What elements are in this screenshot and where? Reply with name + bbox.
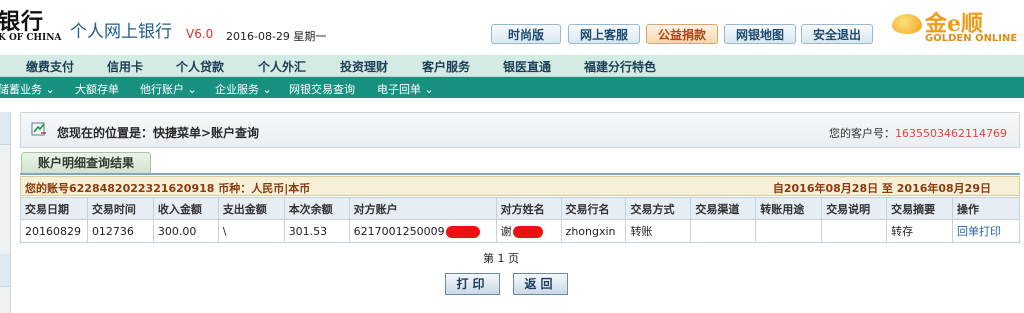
site-title: 个人网上银行 xyxy=(70,22,172,42)
nav-item-customer-service[interactable]: 客户服务 xyxy=(422,58,470,75)
column-header: 交易方式 xyxy=(625,197,692,220)
customer-number: 您的客户号：1635503462114769 xyxy=(829,125,1007,141)
date-range-info: 自2016年08月28日 至 2016年08月29日 xyxy=(772,182,991,195)
nav-item-credit-card[interactable]: 信用卡 xyxy=(107,58,143,75)
customer-number-label: 您的客户号： xyxy=(829,127,896,140)
column-header: 转账用途 xyxy=(755,197,823,220)
primary-nav: 缴费支付 信用卡 个人贷款 个人外汇 投资理财 客户服务 银医直通 福建分行特色 xyxy=(0,55,1024,77)
bank-logo: 银行 K OF CHINA xyxy=(0,4,64,48)
cell-channel xyxy=(690,219,757,243)
tab-underline xyxy=(20,173,1020,175)
cell-purpose xyxy=(755,219,823,243)
golden-subtitle: GOLDEN ONLINE xyxy=(925,33,1018,44)
cell-description xyxy=(821,219,888,243)
fashion-version-button[interactable]: 时尚版 xyxy=(491,24,561,44)
nav-item-other-bank[interactable]: 他行账户 ⌄ xyxy=(140,81,197,97)
column-header: 支出金额 xyxy=(217,197,285,220)
column-header: 交易渠道 xyxy=(690,197,757,220)
cell-counterparty-name: 谢 xyxy=(495,219,562,243)
location-bar: 您现在的位置是：快捷菜单>账户查询 您的客户号：1635503462114769 xyxy=(20,112,1020,148)
nav-item-transaction-query[interactable]: 网银交易查询 xyxy=(289,81,355,97)
counterparty-account-text: 6217001250009 xyxy=(353,224,445,238)
nav-item-forex[interactable]: 个人外汇 xyxy=(258,58,306,75)
column-header: 交易行名 xyxy=(560,197,627,220)
column-header: 交易说明 xyxy=(821,197,888,220)
column-header: 收入金额 xyxy=(152,197,219,220)
redaction-mark xyxy=(512,226,543,238)
sidebar-handle[interactable] xyxy=(0,254,10,287)
nav-item-savings[interactable]: 储蓄业务 ⌄ xyxy=(0,81,55,97)
left-sidebar-strip[interactable] xyxy=(0,112,11,313)
sidebar-handle[interactable] xyxy=(0,112,10,145)
date-label: 2016-08-29 星期一 xyxy=(226,30,327,43)
cell-summary: 转存 xyxy=(886,219,954,243)
cell-income: 300.00 xyxy=(152,219,219,243)
customer-number-value: 1635503462114769 xyxy=(895,127,1007,140)
location-icon xyxy=(31,122,46,136)
cell-action: 回单打印 xyxy=(952,219,1020,243)
breadcrumb: 您现在的位置是：快捷菜单>账户查询 xyxy=(57,126,260,140)
column-header: 交易时间 xyxy=(86,197,154,220)
column-header: 交易摘要 xyxy=(886,197,954,220)
print-button[interactable]: 打印 xyxy=(445,273,500,295)
cell-date: 20160829 xyxy=(20,219,88,243)
counterparty-name-text: 谢 xyxy=(500,225,512,238)
cell-expense: \ xyxy=(217,219,285,243)
table-row: 20160829 012736 300.00 \ 301.53 62170012… xyxy=(20,219,1020,243)
nav-item-enterprise[interactable]: 企业服务 ⌄ xyxy=(215,81,272,97)
page-indicator: 第 1 页 xyxy=(483,252,519,265)
bank-name-en: K OF CHINA xyxy=(0,33,62,43)
column-header: 交易日期 xyxy=(20,197,88,220)
print-receipt-link[interactable]: 回单打印 xyxy=(957,225,1001,238)
account-info-bar: 您的账号6228482022321620918 币种：人民币|本币 自2016年… xyxy=(20,176,1020,196)
account-number-info: 您的账号6228482022321620918 币种：人民币|本币 xyxy=(25,182,311,195)
nav-item-personal-loan[interactable]: 个人贷款 xyxy=(176,58,224,75)
nav-item-e-receipt[interactable]: 电子回单 ⌄ xyxy=(377,81,434,97)
ebank-map-button[interactable]: 网银地图 xyxy=(724,24,796,44)
cell-time: 012736 xyxy=(86,219,154,243)
cell-balance: 301.53 xyxy=(283,219,350,243)
nav-item-investment[interactable]: 投资理财 xyxy=(340,58,388,75)
secondary-nav: 储蓄业务 ⌄ 大额存单 他行账户 ⌄ 企业服务 ⌄ 网银交易查询 电子回单 ⌄ xyxy=(0,77,1024,98)
column-header: 对方账户 xyxy=(348,197,497,220)
column-header: 操作 xyxy=(952,197,1020,220)
cell-counterparty-account: 6217001250009 xyxy=(348,219,497,243)
cell-method: 转账 xyxy=(625,219,692,243)
secure-logout-button[interactable]: 安全退出 xyxy=(801,24,873,44)
cell-bank-name: zhongxin xyxy=(560,219,627,243)
nav-item-large-deposit[interactable]: 大额存单 xyxy=(75,81,119,97)
back-button[interactable]: 返回 xyxy=(513,273,568,295)
table-header-row: 交易日期 交易时间 收入金额 支出金额 本次余额 对方账户 对方姓名 交易行名 … xyxy=(20,197,1020,220)
column-header: 对方姓名 xyxy=(495,197,562,220)
nav-item-hospital[interactable]: 银医直通 xyxy=(503,58,551,75)
redaction-mark xyxy=(445,225,480,238)
header: 银行 K OF CHINA 个人网上银行 V6.0 2016-08-29 星期一… xyxy=(0,0,1024,54)
tab-statement-result[interactable]: 账户明细查询结果 xyxy=(21,152,151,174)
version-label: V6.0 xyxy=(186,27,214,41)
bank-name: 银行 xyxy=(0,9,45,35)
nav-item-payment[interactable]: 缴费支付 xyxy=(26,58,74,75)
transactions-table: 交易日期 交易时间 收入金额 支出金额 本次余额 对方账户 对方姓名 交易行名 … xyxy=(20,197,1020,243)
sun-icon xyxy=(892,14,922,34)
online-service-button[interactable]: 网上客服 xyxy=(568,24,640,44)
golden-online-logo: 金e顺 GOLDEN ONLINE xyxy=(889,6,1019,50)
column-header: 本次余额 xyxy=(283,197,350,220)
charity-donation-button[interactable]: 公益捐款 xyxy=(646,24,718,44)
nav-item-fujian[interactable]: 福建分行特色 xyxy=(584,58,656,75)
